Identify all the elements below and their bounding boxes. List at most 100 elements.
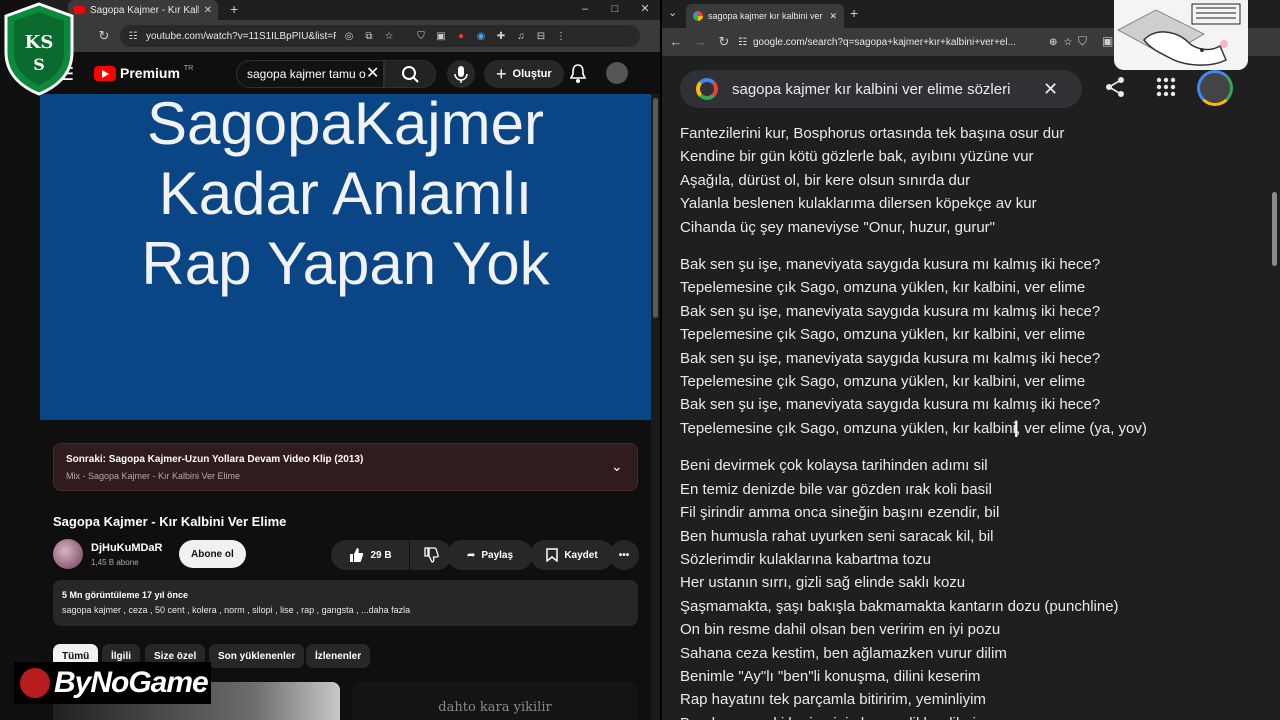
lens-icon[interactable]: ◎ [342,31,356,42]
scrollbar-thumb[interactable] [653,98,658,318]
channel-name[interactable]: DjHuKuMDaR [91,542,163,554]
account-avatar[interactable] [1197,70,1233,106]
minimize-icon[interactable]: – [570,0,600,18]
lyrics-stanza: Bak sen şu işe, maneviyata saygıda kusur… [680,253,1260,440]
address-bar[interactable]: ☷ google.com/search?q=sagopa+kajmer+kır+… [738,31,1102,53]
text-cursor-icon: I [1013,418,1020,443]
tab-search-icon[interactable]: ⊟ [534,31,548,42]
extension-red-icon[interactable]: ● [454,31,468,42]
lyric-line: Şaşmamakta, şaşı bakışla bakmamakta kant… [680,597,1119,615]
chip-recently-uploaded[interactable]: Son yüklenenler [209,644,305,668]
youtube-tab[interactable]: Sagopa Kajmer - Kır Kalbini Ver ✕ [68,0,218,20]
menu-dots-icon[interactable]: ⋮ [554,31,568,42]
lyric-line: Rap hayatını tek parçamla bitiririm, yem… [680,691,986,709]
bookmark-star-icon[interactable]: ☆ [1063,37,1072,48]
notifications-bell-icon[interactable] [568,62,588,84]
share-label: Paylaş [481,549,514,561]
lyric-line: Aşağıla, dürüst ol, bir kere olsun sınır… [680,171,971,189]
related-video-thumbnail[interactable]: dahto kara yikilir [352,682,638,720]
like-button[interactable]: 29 B [331,540,409,570]
lyric-line: Tepelemesine çık Sago, omzuna yüklen, kı… [680,373,1086,391]
subscribe-button[interactable]: Abone ol [179,540,246,568]
description-tags: sagopa kajmer , ceza , 50 cent , kolera … [62,605,411,615]
youtube-browser-window: Sagopa Kajmer - Kır Kalbini Ver ✕ + – □ … [40,0,660,720]
lyrics-panel: Fantezilerini kur, Bosphorus ortasında t… [680,120,1260,720]
page-scrollbar[interactable] [1269,120,1280,720]
lyric-line: Bak sen şu işe, maneviyata saygıda kusur… [680,349,1101,367]
voice-search-button[interactable] [447,60,475,88]
url-text: google.com/search?q=sagopa+kajmer+kır+ka… [752,36,1016,48]
reload-icon[interactable]: ↻ [94,26,114,46]
tab-list-chevron-icon[interactable]: ⌄ [668,6,677,19]
lyric-line: Sözlerimdir kulaklarına kabartma tozu [680,550,931,568]
bookmark-star-icon[interactable]: ☆ [382,31,396,42]
zoom-icon[interactable]: ⊕ [1049,37,1057,48]
save-button[interactable]: Kaydet [530,540,614,570]
clear-search-icon[interactable]: ✕ [366,63,379,83]
club-badge-logo: KS S [2,2,76,96]
forward-icon[interactable]: → [690,32,710,52]
youtube-header: ☰ Premium TR sagopa kajmer tamu o ✕ + Ol… [40,52,660,94]
clear-search-icon[interactable]: ✕ [1043,79,1058,100]
extension-blue-icon[interactable]: ◉ [474,31,488,42]
extension-icon[interactable]: ▣ [1102,34,1113,48]
media-icon[interactable]: ♫ [514,31,528,42]
close-window-icon[interactable]: ✕ [630,0,660,18]
chevron-down-icon[interactable]: ⌄ [611,458,623,475]
lyric-line: Tepelemesine çık Sago, omzuna yüklen, kı… [680,326,1086,344]
cat-sticker-overlay [1114,0,1248,70]
new-tab-icon[interactable]: + [230,1,238,17]
youtube-logo[interactable]: Premium TR [94,65,193,81]
share-button[interactable]: ➦ Paylaş [447,540,533,570]
description-box[interactable]: 5 Mn görüntüleme 17 yıl önce sagopa kajm… [53,580,638,626]
page-scrollbar[interactable] [651,94,660,720]
google-search-box[interactable]: sagopa kajmer kır kalbini ver elime sözl… [680,70,1082,108]
plus-icon: + [496,63,507,84]
google-browser-window: ⌄ sagopa kajmer kır kalbini ver elim ✕ +… [662,0,1280,720]
playlist-mix-label: Mix - Sagopa Kajmer - Kır Kalbini Ver El… [66,471,241,481]
new-tab-icon[interactable]: + [850,5,858,21]
site-info-icon[interactable]: ☷ [738,37,747,48]
tab-bar: Sagopa Kajmer - Kır Kalbini Ver ✕ + – □ … [40,0,660,20]
search-input[interactable]: sagopa kajmer tamu o [236,60,384,88]
logo-region: TR [183,64,194,72]
puzzle-icon[interactable]: ✚ [494,31,508,42]
close-tab-icon[interactable]: ✕ [829,11,837,22]
desktop-taskbar [0,0,40,720]
reload-icon[interactable]: ↻ [714,32,734,52]
extension-shield-icon[interactable]: ⛉ [1078,34,1087,49]
google-apps-grid-icon[interactable] [1155,76,1177,104]
save-label: Kaydet [564,549,598,561]
microphone-icon [454,66,468,83]
chip-watched[interactable]: İzlenenler [306,644,371,668]
browser-toolbar: ↻ ☷ youtube.com/watch?v=11S1ILBpPIU&list… [40,20,660,52]
lyric-line: Her ustanın sırrı, gizli sağ elinde sakl… [680,574,966,592]
share-icon[interactable] [1104,76,1126,104]
lyric-line: Tepelemesine çık Sago, omzuna yüklen, kı… [680,279,1086,297]
video-player[interactable]: SagopaKajmer Kadar Anlamlı Rap Yapan Yok [40,94,651,420]
more-actions-icon[interactable]: ••• [609,540,639,570]
extension-shield-icon[interactable]: ⛉ [414,31,428,42]
search-button[interactable] [384,60,436,88]
extension-icon[interactable]: ▣ [434,31,448,42]
site-info-icon[interactable]: ☷ [126,31,140,42]
subscriber-count: 1,45 B abone [91,558,139,567]
dislike-button[interactable] [410,540,452,570]
bynogame-watermark: ByNoGame [14,662,211,704]
like-count: 29 B [370,549,392,561]
maximize-icon[interactable]: □ [600,0,630,18]
share-arrow-icon: ➦ [466,549,476,561]
lyric-line: Fil şirindir amma onca sineğin başını ez… [680,504,1000,522]
install-icon[interactable]: ⧉ [362,31,376,42]
google-tab[interactable]: sagopa kajmer kır kalbini ver elim ✕ [686,4,844,28]
channel-avatar[interactable] [53,539,83,569]
close-tab-icon[interactable]: ✕ [204,5,212,16]
search-query-input[interactable]: sagopa kajmer kır kalbini ver elime sözl… [732,81,1022,98]
back-icon[interactable]: ← [666,32,686,52]
playlist-panel[interactable]: Sonraki: Sagopa Kajmer-Uzun Yollara Deva… [53,443,638,491]
thumbs-up-icon [350,548,364,562]
address-bar[interactable]: ☷ youtube.com/watch?v=11S1ILBpPIU&list=R… [120,25,640,47]
create-button[interactable]: + Oluştur [484,60,564,88]
scrollbar-thumb[interactable] [1272,192,1277,266]
account-avatar[interactable] [606,62,628,84]
